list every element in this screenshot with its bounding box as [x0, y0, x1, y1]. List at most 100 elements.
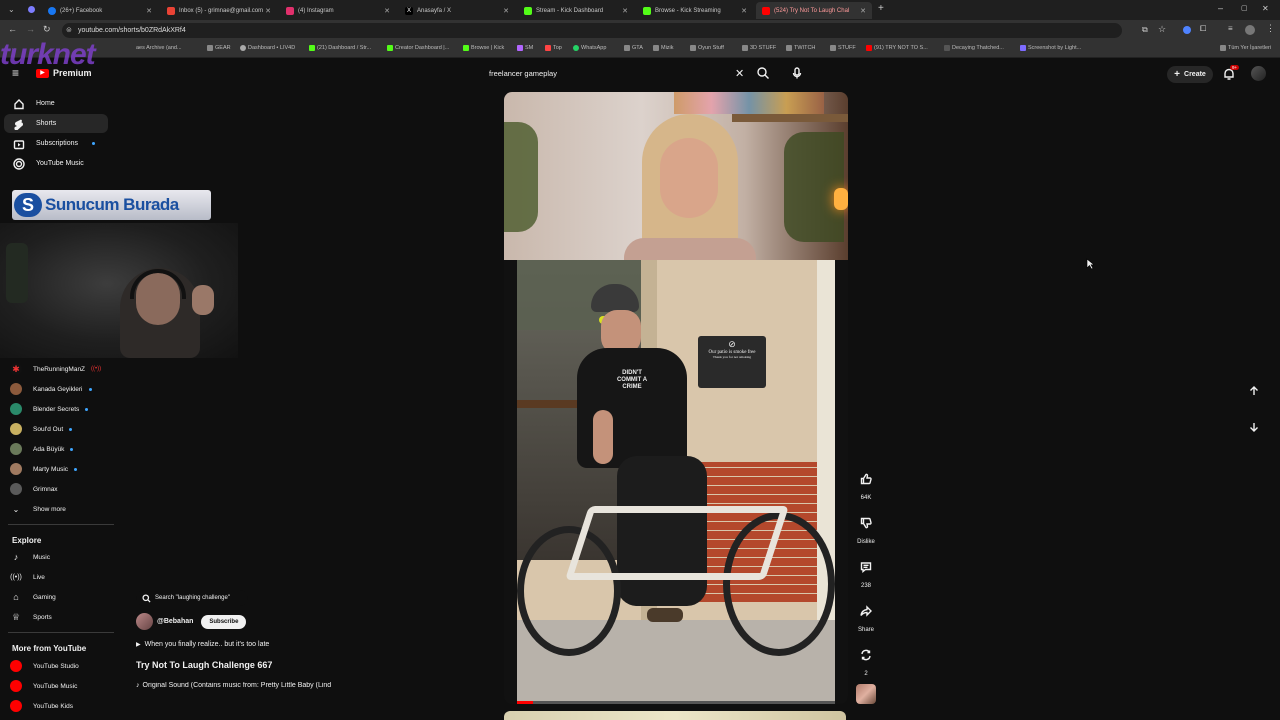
menu-hamburger-icon[interactable]: ≡: [12, 66, 19, 80]
browser-tab[interactable]: (4) Instagram ✕: [280, 2, 396, 19]
kick-icon: [643, 6, 651, 15]
youtube-logo[interactable]: ▶ Premium: [36, 68, 92, 78]
bookmark-item[interactable]: (91) TRY NOT TO S...: [866, 45, 928, 51]
browser-tab[interactable]: Browse - Kick Streaming ✕: [637, 2, 753, 19]
subscription-item[interactable]: Soul'd Out: [10, 420, 73, 438]
back-arrow-icon[interactable]: ←: [8, 24, 17, 34]
dislike-button[interactable]: Dislike: [851, 509, 881, 545]
install-app-icon[interactable]: ⧉: [1142, 25, 1148, 35]
next-short-button[interactable]: [1241, 414, 1267, 440]
like-button[interactable]: 64K: [851, 465, 881, 501]
browser-tab[interactable]: (26+) Facebook ✕: [42, 2, 158, 19]
sidebar-item-youtube-music[interactable]: YouTube Music: [4, 154, 108, 173]
sidebar-item-youtube-kids[interactable]: YouTube Kids: [10, 697, 73, 715]
close-icon[interactable]: ✕: [146, 7, 152, 15]
bookmarks-bar: ... aes Archive (and... GEAR Dashboard •…: [0, 41, 1280, 58]
bookmark-item[interactable]: Oyun Stuff: [690, 45, 724, 51]
browser-tab[interactable]: X Anasayfa / X ✕: [399, 2, 515, 19]
bookmark-item[interactable]: GTA: [624, 45, 643, 51]
bookmark-item[interactable]: STUFF: [830, 45, 856, 51]
search-box[interactable]: freelancer gameplay ✕: [482, 64, 776, 84]
subscription-item[interactable]: Blender Secrets: [10, 400, 89, 418]
bookmark-item[interactable]: SM: [517, 45, 533, 51]
sidebar-item-home[interactable]: Home: [4, 94, 108, 113]
clear-search-icon[interactable]: ✕: [735, 67, 744, 80]
bookmark-item[interactable]: (21) Dashboard / Str...: [309, 45, 371, 51]
forward-arrow-icon[interactable]: →: [26, 24, 35, 34]
next-short-preview[interactable]: [504, 711, 846, 720]
browser-tab[interactable]: Stream - Kick Dashboard ✕: [518, 2, 634, 19]
bookmark-item[interactable]: Mizik: [653, 45, 674, 51]
channel-handle[interactable]: @Bebahan: [157, 618, 193, 625]
sidebar-item-music[interactable]: ♪ Music: [10, 548, 50, 566]
url-field[interactable]: youtube.com/shorts/b0ZRdAkXRf4: [62, 23, 1122, 38]
sidebar-item-gaming[interactable]: ⌂ Gaming: [10, 588, 55, 606]
bookmark-item[interactable]: 3D STUFF: [742, 45, 776, 51]
close-icon[interactable]: ✕: [265, 7, 271, 15]
extensions-puzzle-icon[interactable]: ⧠: [1200, 24, 1206, 34]
show-more-button[interactable]: ⌄ Show more: [10, 500, 66, 518]
bookmark-item[interactable]: Dashboard • LIV4D: [240, 45, 295, 51]
share-button[interactable]: Share: [851, 597, 881, 633]
close-icon[interactable]: ✕: [622, 7, 628, 15]
close-window-button[interactable]: ✕: [1262, 4, 1269, 13]
profile-avatar[interactable]: [1245, 25, 1255, 35]
sound-thumbnail[interactable]: [856, 684, 876, 704]
short-video-player[interactable]: ⊘ Our patio is smoke free Thank you for …: [504, 92, 848, 704]
browser-menu-icon[interactable]: ⋮: [1266, 23, 1275, 34]
short-title[interactable]: Try Not To Laugh Challenge 667: [136, 660, 272, 670]
close-icon[interactable]: ✕: [860, 7, 866, 15]
sidebar-item-subscriptions[interactable]: Subscriptions: [4, 134, 108, 153]
reload-icon[interactable]: ↻: [43, 24, 51, 35]
account-avatar[interactable]: [1251, 66, 1266, 81]
subscription-item[interactable]: ✱ TheRunningManZ ((•)): [10, 360, 101, 378]
close-icon[interactable]: ✕: [384, 7, 390, 15]
sidebar-item-shorts[interactable]: Shorts: [4, 114, 108, 133]
sidebar-item-youtube-studio[interactable]: YouTube Studio: [10, 657, 79, 675]
maximize-button[interactable]: ▢: [1241, 4, 1248, 12]
browser-tab-active[interactable]: (524) Try Not To Laugh Chal ✕: [756, 2, 872, 19]
browser-tab[interactable]: Inbox (5) - grimnae@gmail.com ✕: [161, 2, 277, 19]
kick-icon: [463, 45, 469, 51]
subscribe-button[interactable]: Subscribe: [201, 614, 247, 629]
channel-avatar: [10, 383, 22, 395]
bookmark-item[interactable]: Decaying Thatched...: [944, 45, 1004, 51]
extension-icon[interactable]: [1183, 26, 1191, 34]
notifications-button[interactable]: 9+: [1222, 65, 1240, 83]
new-tab-button[interactable]: +: [878, 3, 884, 14]
sidebar-item-sports[interactable]: ♕ Sports: [10, 608, 52, 626]
search-button[interactable]: [756, 66, 774, 82]
channel-row: @Bebahan Subscribe: [136, 613, 247, 630]
search-input[interactable]: freelancer gameplay: [489, 69, 557, 78]
bookmark-item[interactable]: GEAR: [207, 45, 231, 51]
tab-search-icon[interactable]: ⌄: [8, 5, 15, 14]
subscription-item[interactable]: Ada Büyük: [10, 440, 74, 458]
subscription-item[interactable]: Grimnax: [10, 480, 58, 498]
bookmark-item[interactable]: Top: [545, 45, 562, 51]
bookmark-item[interactable]: Browse | Kick: [463, 45, 504, 51]
bookmark-item[interactable]: WhatsApp: [573, 45, 606, 51]
sidebar-item-youtube-music-app[interactable]: YouTube Music: [10, 677, 77, 695]
close-icon[interactable]: ✕: [741, 7, 747, 15]
minimize-button[interactable]: –: [1218, 3, 1223, 13]
subscription-item[interactable]: Kanada Geyikleri: [10, 380, 92, 398]
short-sound[interactable]: ♪ Original Sound (Contains music from: P…: [136, 682, 366, 689]
remix-button[interactable]: 2: [851, 641, 881, 677]
search-suggestion-chip[interactable]: Search "laughing challenge": [136, 590, 248, 606]
bookmark-item[interactable]: Screenshot by Light...: [1020, 45, 1081, 51]
reading-list-icon[interactable]: ≡: [1228, 24, 1233, 33]
bookmark-item[interactable]: Creator Dashboard |...: [387, 45, 449, 51]
bookmark-item[interactable]: TWITCH: [786, 45, 815, 51]
comments-button[interactable]: 238: [851, 553, 881, 589]
channel-avatar[interactable]: [136, 613, 153, 630]
subscription-item[interactable]: Marty Music: [10, 460, 78, 478]
bookmark-item[interactable]: Tüm Yer İşaretleri: [1220, 45, 1271, 51]
previous-short-button[interactable]: [1241, 378, 1267, 404]
site-info-icon[interactable]: ⊜: [66, 26, 72, 34]
close-icon[interactable]: ✕: [503, 7, 509, 15]
bookmark-star-icon[interactable]: ☆: [1158, 24, 1166, 35]
sidebar-item-live[interactable]: ((•)) Live: [10, 568, 45, 586]
pinned-tab-icon[interactable]: [28, 6, 35, 13]
voice-search-button[interactable]: [790, 66, 808, 82]
create-button[interactable]: + Create: [1167, 66, 1213, 83]
